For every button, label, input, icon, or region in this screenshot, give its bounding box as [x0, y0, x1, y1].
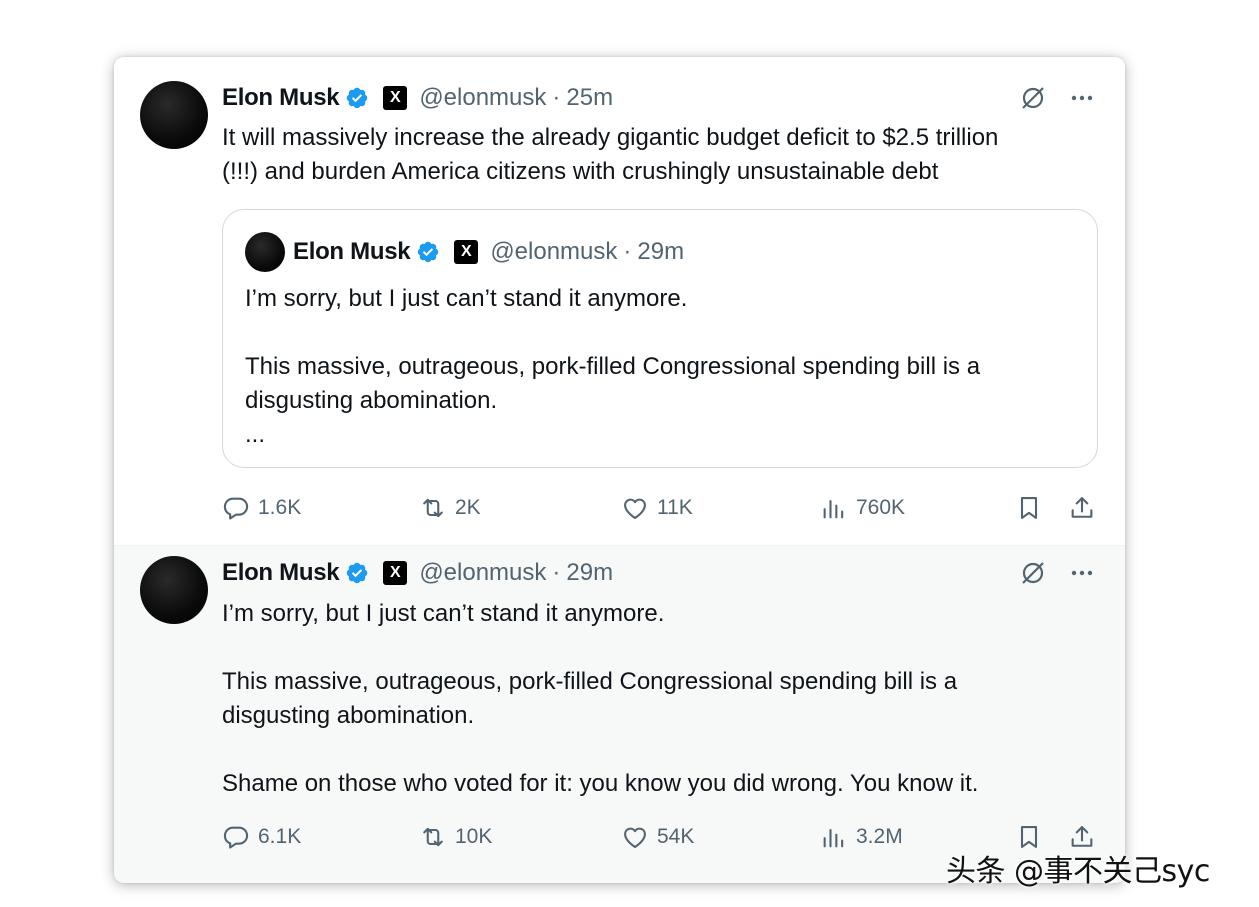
like-count: 11K	[657, 496, 693, 519]
bookmark-icon	[1020, 497, 1038, 519]
verified-badge-icon	[345, 86, 369, 110]
repost-button[interactable]: 2K	[419, 491, 481, 525]
more-icon[interactable]	[1069, 560, 1095, 586]
avatar[interactable]	[140, 556, 208, 624]
grok-icon[interactable]	[1019, 559, 1047, 587]
views-icon	[823, 828, 844, 848]
more-icon[interactable]	[1069, 85, 1095, 111]
reply-button[interactable]: 1.6K	[222, 491, 301, 525]
author-name[interactable]: Elon Musk	[222, 559, 340, 587]
tweet-header: Elon Musk X @elonmusk · 29m	[222, 556, 613, 590]
share-button[interactable]	[1068, 491, 1096, 525]
author-handle[interactable]: @elonmusk	[419, 559, 546, 587]
verified-badge-icon	[416, 240, 440, 264]
tweet-text: It will massively increase the already g…	[222, 124, 999, 185]
like-count: 54K	[657, 825, 695, 848]
reply-icon	[223, 826, 249, 849]
avatar[interactable]	[245, 232, 285, 272]
heart-icon	[624, 498, 646, 519]
reply-count: 6.1K	[258, 825, 302, 848]
tweet-timestamp: 29m	[637, 238, 685, 265]
quoted-tweet-text: I’m sorry, but I just can’t stand it any…	[245, 285, 981, 448]
x-affiliate-badge: X	[454, 240, 479, 264]
tweet[interactable]: Elon Musk X @elonmusk · 29m I’m sorry, b…	[114, 546, 1125, 883]
tweet[interactable]: Elon Musk X @elonmusk · 25m It will mass…	[114, 57, 1125, 546]
separator-dot: ·	[552, 84, 561, 111]
avatar[interactable]	[140, 81, 208, 149]
reply-button[interactable]: 6.1K	[222, 820, 301, 854]
reply-count: 1.6K	[258, 496, 302, 519]
repost-button[interactable]: 10K	[419, 820, 492, 854]
source-watermark: 头条 @事不关己syc	[946, 854, 1210, 889]
x-affiliate-badge: X	[383, 561, 408, 585]
repost-count: 2K	[455, 496, 481, 519]
tweet-text: I’m sorry, but I just can’t stand it any…	[222, 600, 979, 797]
views-icon	[823, 499, 844, 519]
separator-dot: ·	[623, 238, 632, 265]
like-button[interactable]: 54K	[621, 820, 694, 854]
x-affiliate-badge: X	[383, 86, 408, 110]
view-count: 3.2M	[856, 825, 903, 848]
tweet-timestamp[interactable]: 25m	[566, 84, 613, 112]
tweet-timestamp[interactable]: 29m	[566, 559, 613, 587]
quoted-tweet-header: Elon Musk X @elonmusk · 29m	[293, 234, 684, 270]
screenshot-page: Elon Musk X @elonmusk · 25m It will mass…	[0, 0, 1259, 907]
tweet-thread-card: Elon Musk X @elonmusk · 25m It will mass…	[114, 57, 1125, 883]
share-icon	[1071, 497, 1093, 518]
tweet-top-actions	[1019, 81, 1095, 115]
views-button[interactable]: 3.2M	[820, 820, 903, 854]
author-name[interactable]: Elon Musk	[222, 84, 340, 112]
tweet-action-bar: 1.6K 2K 11K 760K	[222, 491, 1098, 525]
repost-count: 10K	[455, 825, 493, 848]
tweet-header: Elon Musk X @elonmusk · 25m	[222, 81, 613, 115]
heart-icon	[624, 827, 646, 848]
bookmark-button[interactable]	[1015, 491, 1043, 525]
quoted-tweet[interactable]: Elon Musk X @elonmusk · 29m I’m sorry, b…	[222, 209, 1098, 468]
author-handle[interactable]: @elonmusk	[419, 84, 546, 112]
grok-icon[interactable]	[1019, 84, 1047, 112]
views-button[interactable]: 760K	[820, 491, 905, 525]
reply-icon	[223, 497, 249, 520]
like-button[interactable]: 11K	[621, 491, 693, 525]
verified-badge-icon	[345, 561, 369, 585]
repost-icon	[423, 827, 443, 847]
author-handle: @elonmusk	[490, 238, 618, 265]
separator-dot: ·	[552, 559, 561, 586]
view-count: 760K	[856, 496, 906, 519]
author-name: Elon Musk	[293, 238, 411, 265]
tweet-top-actions	[1019, 556, 1095, 590]
repost-icon	[423, 498, 443, 518]
